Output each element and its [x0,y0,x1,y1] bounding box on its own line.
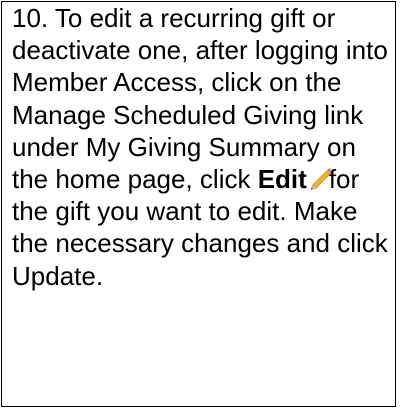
instruction-cell: 10. To edit a recurring gift or deactiva… [1,1,396,407]
instruction-text: 10. To edit a recurring gift or deactiva… [12,2,389,292]
edit-label: Edit [257,164,307,195]
